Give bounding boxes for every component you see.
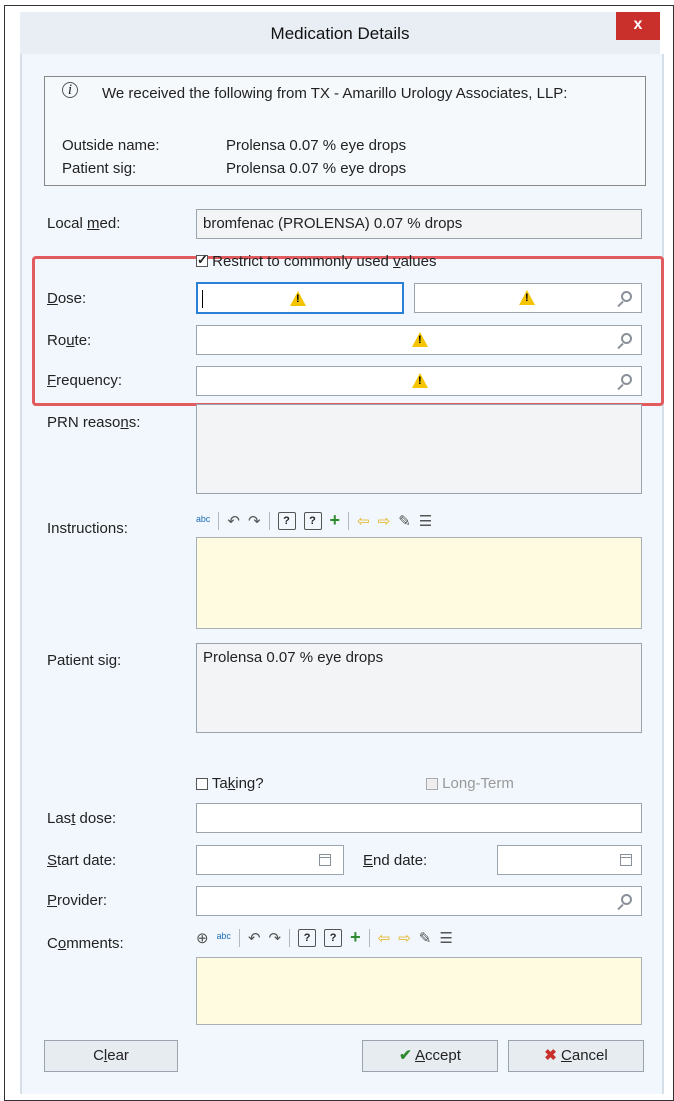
taking-check-icon bbox=[196, 778, 208, 791]
info-patient-sig-value: Prolensa 0.07 % eye drops bbox=[226, 160, 407, 177]
taking-checkbox[interactable]: Taking? bbox=[196, 775, 264, 792]
redo-icon[interactable]: ↷ bbox=[248, 512, 261, 530]
frequency-label: Frequency: bbox=[47, 372, 123, 389]
search-icon[interactable] bbox=[621, 374, 632, 385]
redo-icon[interactable]: ↷ bbox=[269, 929, 282, 947]
provider-input[interactable] bbox=[196, 886, 642, 916]
spellcheck-icon[interactable]: ᵃᵇᶜ bbox=[217, 930, 231, 945]
long-term-check-icon bbox=[426, 778, 438, 791]
start-date-input[interactable] bbox=[196, 845, 344, 875]
warning-icon bbox=[412, 373, 428, 388]
smartlink-help-icon[interactable]: ? bbox=[324, 928, 343, 947]
check-pencil-icon[interactable]: ✎ bbox=[419, 929, 432, 947]
patient-sig-field: Prolensa 0.07 % eye drops bbox=[196, 643, 642, 733]
check-pencil-icon[interactable]: ✎ bbox=[398, 512, 411, 530]
text-cursor bbox=[202, 290, 203, 308]
info-icon: i bbox=[62, 82, 78, 98]
arrow-right-icon[interactable]: ⇨ bbox=[398, 929, 411, 947]
prn-reasons-label: PRN reasons: bbox=[47, 414, 141, 431]
add-icon[interactable]: + bbox=[330, 510, 341, 531]
last-dose-input[interactable] bbox=[196, 803, 642, 833]
close-button[interactable]: x bbox=[616, 12, 660, 40]
restrict-checkbox[interactable]: ✓ Restrict to commonly used values bbox=[196, 252, 436, 270]
dialog-title: Medication Details bbox=[270, 24, 410, 43]
instructions-toolbar: ᵃᵇᶜ ↶ ↷ ? ? + ⇦ ⇨ ✎ ☰ bbox=[196, 510, 432, 531]
start-date-label: Start date: bbox=[47, 852, 117, 869]
route-label: Route: bbox=[47, 332, 92, 349]
end-date-label: End date: bbox=[363, 852, 428, 869]
search-icon[interactable] bbox=[621, 291, 632, 302]
search-icon[interactable] bbox=[621, 333, 632, 344]
clear-button[interactable]: Clear bbox=[44, 1040, 178, 1072]
arrow-left-icon[interactable]: ⇦ bbox=[357, 512, 370, 530]
zoom-icon[interactable]: ⊕ bbox=[196, 929, 209, 947]
list-insert-icon[interactable]: ☰ bbox=[419, 512, 432, 530]
comments-toolbar: ⊕ ᵃᵇᶜ ↶ ↷ ? ? + ⇦ ⇨ ✎ ☰ bbox=[196, 927, 453, 948]
patient-sig-label: Patient sig: bbox=[47, 652, 122, 669]
warning-icon bbox=[519, 290, 535, 305]
info-message: We received the following from TX - Amar… bbox=[102, 85, 568, 102]
undo-icon[interactable]: ↶ bbox=[248, 929, 261, 947]
comments-label: Comments: bbox=[47, 935, 124, 952]
prn-reasons-list[interactable] bbox=[196, 404, 642, 494]
frequency-input[interactable] bbox=[196, 366, 642, 396]
dose-label: Dose: bbox=[47, 290, 87, 307]
outside-name-label: Outside name: bbox=[62, 137, 160, 154]
dose-unit-input[interactable] bbox=[414, 283, 642, 313]
checkmark-icon: ✔ bbox=[399, 1047, 412, 1064]
outside-name-value: Prolensa 0.07 % eye drops bbox=[226, 137, 407, 154]
restrict-check-icon: ✓ bbox=[196, 252, 208, 268]
smartlink-help-icon[interactable]: ? bbox=[303, 511, 322, 530]
info-patient-sig-label: Patient sig: bbox=[62, 160, 137, 177]
x-icon: ✖ bbox=[544, 1047, 557, 1064]
last-dose-label: Last dose: bbox=[47, 810, 117, 827]
comments-textarea[interactable] bbox=[196, 957, 642, 1025]
calendar-icon[interactable] bbox=[319, 854, 331, 866]
end-date-input[interactable] bbox=[497, 845, 642, 875]
instructions-textarea[interactable] bbox=[196, 537, 642, 629]
arrow-right-icon[interactable]: ⇨ bbox=[378, 512, 391, 530]
accept-button[interactable]: ✔ Accept bbox=[362, 1040, 498, 1072]
local-med-label: Local med: bbox=[47, 215, 121, 232]
smarttext-help-icon[interactable]: ? bbox=[277, 511, 296, 530]
instructions-label: Instructions: bbox=[47, 520, 128, 537]
long-term-checkbox: Long-Term bbox=[426, 775, 514, 792]
undo-icon[interactable]: ↶ bbox=[227, 512, 240, 530]
search-icon[interactable] bbox=[621, 894, 632, 905]
smarttext-help-icon[interactable]: ? bbox=[298, 928, 317, 947]
spellcheck-icon[interactable]: ᵃᵇᶜ bbox=[196, 513, 210, 528]
local-med-field: bromfenac (PROLENSA) 0.07 % drops bbox=[196, 209, 642, 239]
add-icon[interactable]: + bbox=[350, 927, 361, 948]
warning-icon bbox=[290, 291, 306, 306]
provider-label: Provider: bbox=[47, 892, 108, 909]
arrow-left-icon[interactable]: ⇦ bbox=[378, 929, 391, 947]
calendar-icon[interactable] bbox=[620, 854, 632, 866]
cancel-button[interactable]: ✖ Cancel bbox=[508, 1040, 644, 1072]
route-input[interactable] bbox=[196, 325, 642, 355]
dose-amount-input[interactable] bbox=[196, 282, 404, 314]
list-insert-icon[interactable]: ☰ bbox=[439, 929, 452, 947]
warning-icon bbox=[412, 332, 428, 347]
